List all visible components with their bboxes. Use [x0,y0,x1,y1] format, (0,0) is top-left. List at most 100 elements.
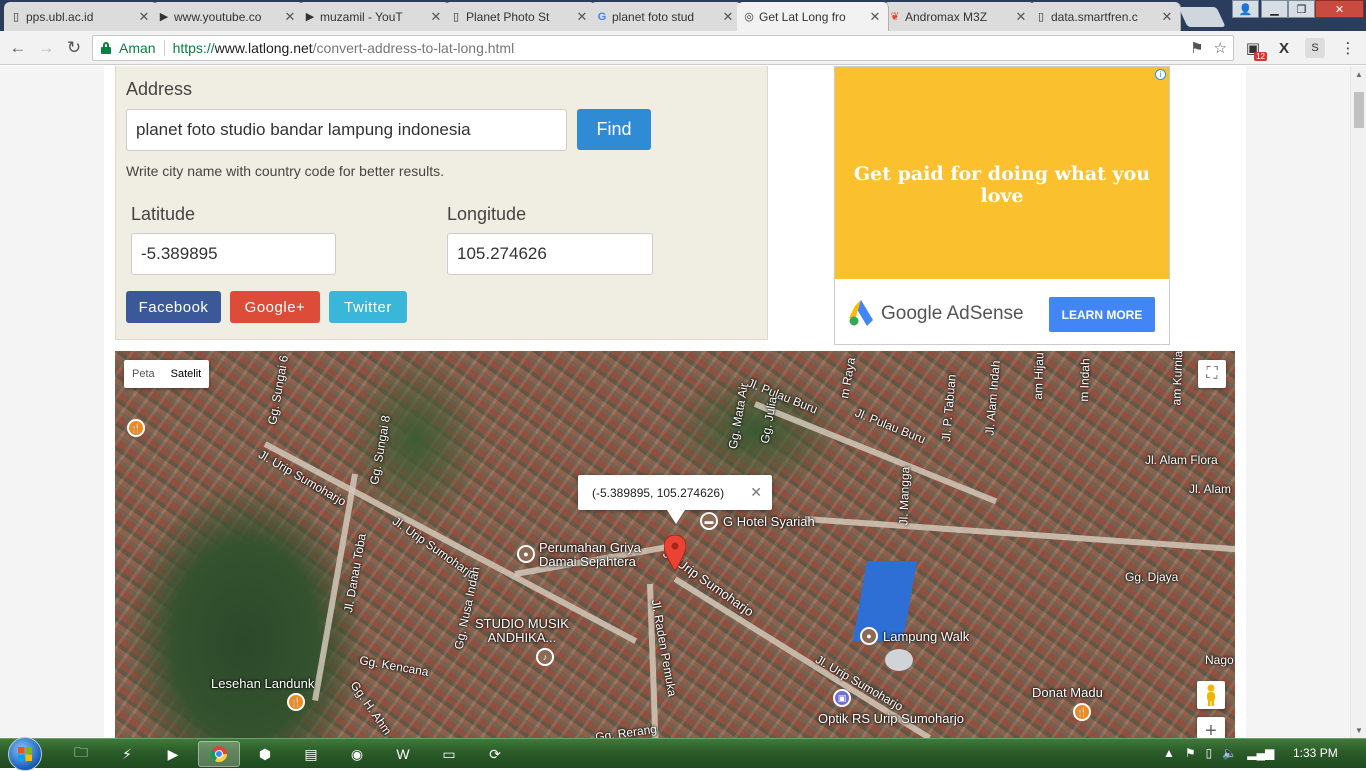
menu-dots-icon[interactable]: ⋮ [1338,38,1358,58]
youtube-icon: ▶ [305,11,315,23]
explorer-taskbar-icon[interactable]: 🗀 [60,741,102,767]
word-taskbar-icon[interactable]: W [382,741,424,767]
shop-icon[interactable]: ▣ [833,689,851,707]
restaurant-icon[interactable]: 🍴 [1073,703,1091,721]
minimize-button[interactable]: ▁ [1261,0,1288,18]
youtube-icon: ▶ [159,11,169,23]
tab-get-lat-long[interactable]: ◎ Get Lat Long fro ✕ [737,2,889,31]
street-label: Nago [1205,653,1234,667]
notepad-taskbar-icon[interactable]: ▤ [290,741,332,767]
page-scrollbar[interactable]: ▲ ▼ [1350,66,1366,738]
reload-icon[interactable]: ↻ [63,37,85,59]
longitude-field[interactable]: 105.274626 [447,233,653,275]
street-label: Gg. Mata Air [725,381,752,451]
scrollbar-thumb[interactable] [1354,92,1364,128]
winamp-taskbar-icon[interactable]: ⚡ [106,741,148,767]
tab-pps-ubl[interactable]: ▯ pps.ubl.ac.id ✕ [4,2,158,31]
extension-badge: 12 [1254,52,1267,61]
twitter-share-button[interactable]: Twitter [329,291,407,323]
street-label: Jl. Alam Flora [1145,453,1218,467]
street-label: Gg. Kencana [358,653,430,679]
tray-expand-icon[interactable]: ▲ [1163,746,1175,760]
adsense-logo-icon [849,300,873,326]
tab-close-icon[interactable]: ✕ [575,9,589,25]
browser-tab-strip: ▯ pps.ubl.ac.id ✕ ▶ www.youtube.co ✕ ▶ m… [0,0,1366,31]
page-viewport: Address planet foto studio bandar lampun… [0,66,1350,738]
taskbar-clock[interactable]: 1:33 PM [1293,746,1338,760]
ad-info-icon[interactable]: i [1155,69,1166,80]
compass-icon: ◎ [744,11,754,23]
hotel-icon[interactable]: ▬ [700,512,718,530]
facebook-share-button[interactable]: Facebook [126,291,221,323]
tab-close-icon[interactable]: ✕ [137,9,151,25]
map-type-roadmap-button[interactable]: Peta [124,360,163,388]
info-window: (-5.389895, 105.274626) ✕ [578,475,772,510]
street-label: am Hijau [1030,352,1047,400]
fullscreen-icon[interactable]: ⛶ [1198,360,1226,388]
signal-icon[interactable]: ▂▄▆ [1247,746,1274,760]
chrome-taskbar-icon[interactable] [198,741,240,767]
tab-close-icon[interactable]: ✕ [721,9,735,25]
find-button[interactable]: Find [577,109,651,150]
latitude-field[interactable]: -5.389895 [131,233,336,275]
flag-icon[interactable]: ⚑ [1185,746,1196,760]
scroll-up-arrow-icon[interactable]: ▲ [1351,66,1366,82]
learn-more-button[interactable]: LEARN MORE [1049,297,1155,332]
maximize-button[interactable]: ❐ [1288,0,1315,18]
tab-smartfren[interactable]: ▯ data.smartfren.c ✕ [1029,2,1181,31]
tab-planet-photo[interactable]: ▯ Planet Photo St ✕ [444,2,596,31]
network-app-taskbar-icon[interactable]: ⟳ [474,741,516,767]
street-label: Gg. Rerang [594,721,658,738]
tab-youtube[interactable]: ▶ www.youtube.co ✕ [152,2,304,31]
close-window-button[interactable]: ✕ [1315,0,1364,18]
back-arrow-icon[interactable]: ← [7,37,29,59]
tab-close-icon[interactable]: ✕ [429,9,443,25]
s-extension-icon[interactable]: S [1305,38,1325,58]
map-marker-icon[interactable] [664,535,686,571]
google-map[interactable]: Jl. Urip Sumoharjo Jl. Urip Sumoharjo Jl… [115,351,1235,738]
device-icon[interactable]: ▯ [1206,746,1213,760]
address-bar[interactable]: Aman https:// www.latlong.net /convert-a… [92,35,1234,61]
media-player-taskbar-icon[interactable]: ▶ [152,741,194,767]
tab-google-search[interactable]: G planet foto stud ✕ [590,2,742,31]
music-studio-icon[interactable]: ♪ [536,648,554,666]
address-input[interactable]: planet foto studio bandar lampung indone… [126,109,567,151]
tab-close-icon[interactable]: ✕ [1160,9,1174,25]
street-label: m Indah [1076,358,1093,402]
scroll-down-arrow-icon[interactable]: ▼ [1351,722,1366,738]
forward-arrow-icon[interactable]: → [35,37,57,59]
ad-banner[interactable]: Get paid for doing what you love [835,67,1169,279]
bookmark-star-icon[interactable]: ☆ [1214,39,1227,57]
url-scheme: https:// [172,40,215,56]
google-plus-share-button[interactable]: Google+ [230,291,320,323]
adsense-ad[interactable]: Get paid for doing what you love i Googl… [834,66,1170,345]
restaurant-icon[interactable]: 🍴 [127,419,145,437]
translate-icon[interactable]: ⚑ [1190,39,1203,57]
app-taskbar-icon[interactable]: ⬢ [244,741,286,767]
start-button[interactable] [8,737,42,771]
place-icon[interactable]: ● [860,627,878,645]
map-type-satellite-button[interactable]: Satelit [163,360,210,388]
firefox-taskbar-icon[interactable]: ◉ [336,741,378,767]
restaurant-icon[interactable]: 🍴 [287,693,305,711]
window-taskbar-icon[interactable]: ▭ [428,741,470,767]
tab-close-icon[interactable]: ✕ [868,9,882,25]
map-type-control: Peta Satelit [124,360,210,388]
x-extension-icon[interactable]: X [1274,38,1294,58]
extension-icon[interactable]: ▣ 12 [1243,38,1267,61]
lock-icon [101,42,111,54]
tab-muzamil-youtube[interactable]: ▶ muzamil - YouT ✕ [298,2,450,31]
place-icon[interactable]: ● [517,545,535,563]
ad-headline[interactable]: Get paid for doing what you love [835,163,1169,207]
page-icon: ▯ [12,11,20,23]
zoom-in-button[interactable]: + [1197,717,1225,738]
info-window-coordinates: (-5.389895, 105.274626) [592,485,725,500]
user-profile-icon[interactable]: 👤 [1232,0,1259,18]
street-view-pegman-icon[interactable] [1197,681,1225,709]
info-window-close-icon[interactable]: ✕ [750,484,762,501]
new-tab-button[interactable] [1178,7,1226,27]
tab-andromax[interactable]: ❦ Andromax M3Z ✕ [883,2,1035,31]
tab-close-icon[interactable]: ✕ [283,9,297,25]
volume-icon[interactable]: 🔈 [1222,746,1237,760]
tab-close-icon[interactable]: ✕ [1014,9,1028,25]
